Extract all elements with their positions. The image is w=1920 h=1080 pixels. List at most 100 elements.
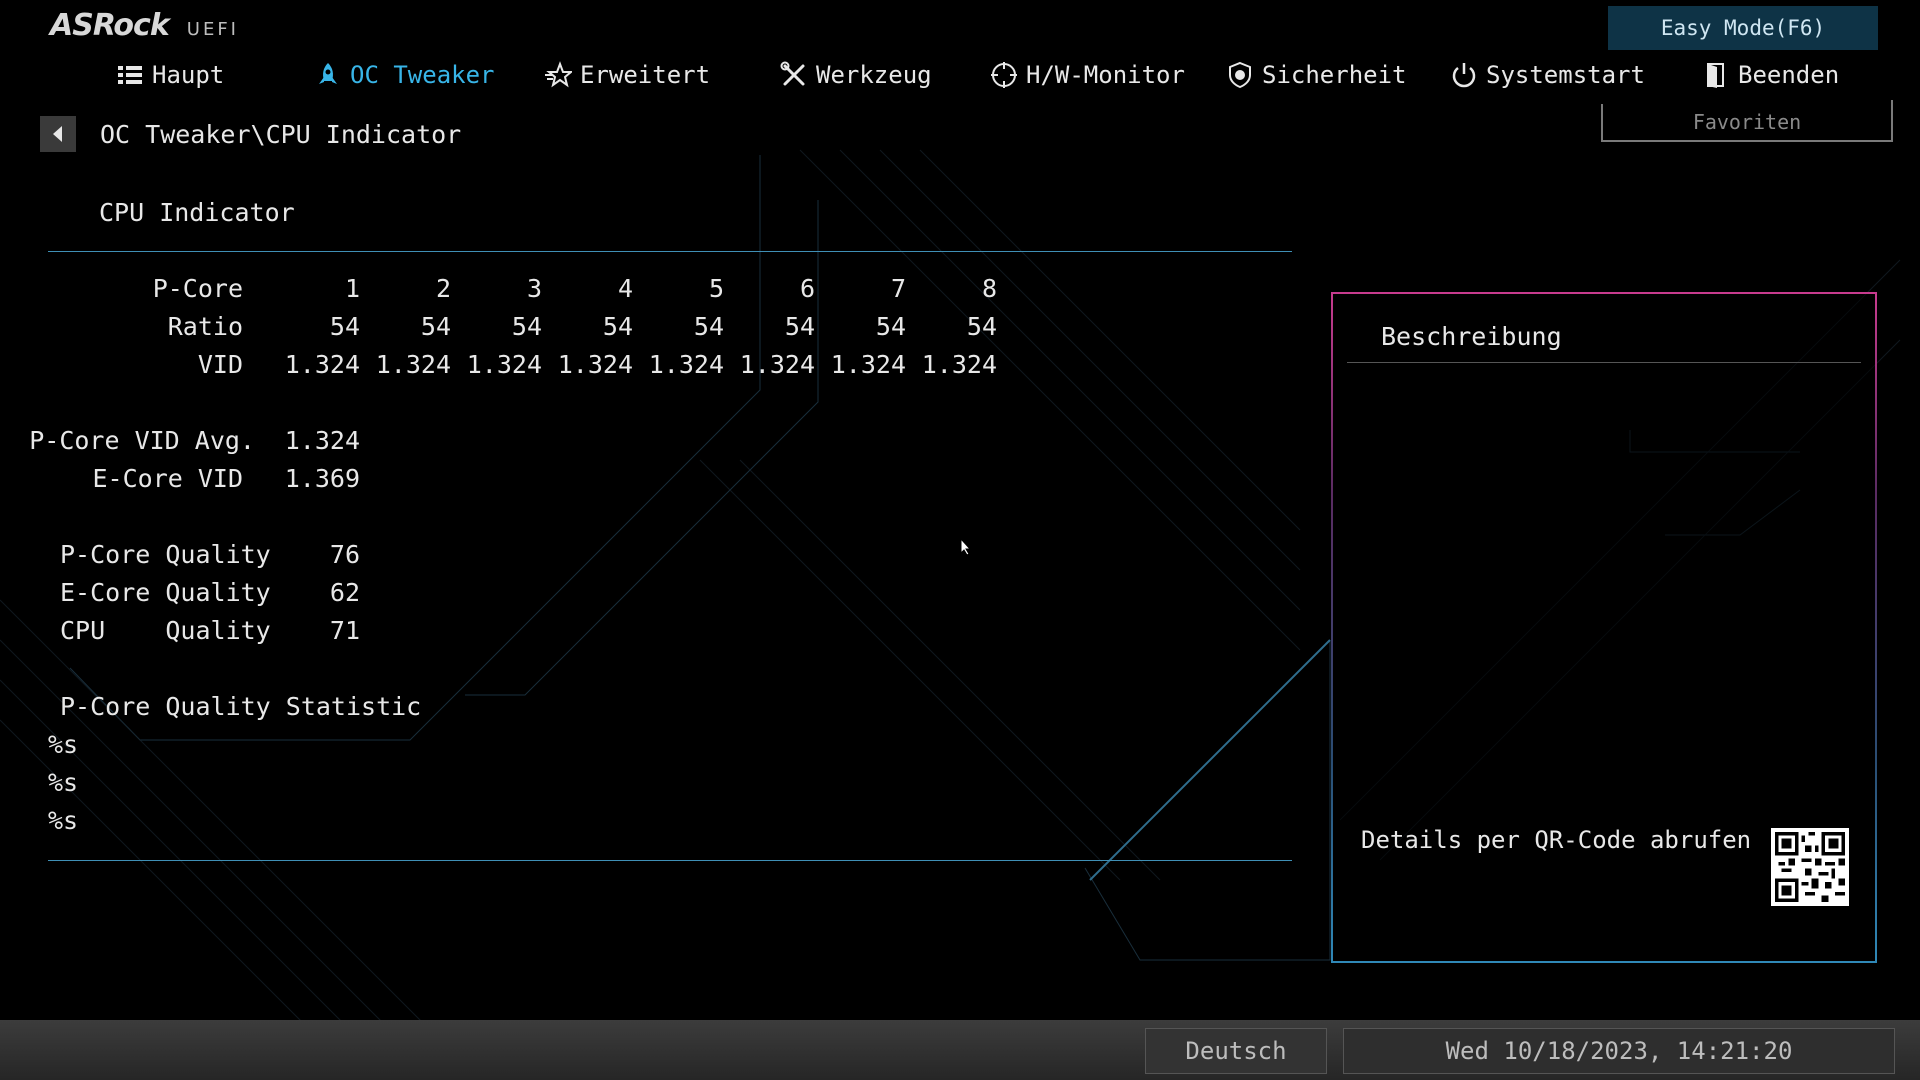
- statistic-label: P-Core Quality Statistic: [60, 692, 422, 721]
- vid-value: 1.324: [284, 350, 360, 379]
- core-number: 3: [526, 274, 542, 303]
- ratio-value: 54: [693, 312, 724, 341]
- ratio-value: 54: [420, 312, 451, 341]
- ecore-vid-label: E-Core VID: [92, 464, 243, 493]
- pcore-quality-row: P-Core Quality 76: [0, 540, 400, 578]
- ecore-quality-row: E-Core Quality 62: [0, 578, 400, 616]
- core-number: 5: [708, 274, 724, 303]
- ratio-value: 54: [966, 312, 997, 341]
- vid-value: 1.324: [648, 350, 724, 379]
- qr-code-icon: [1775, 832, 1845, 902]
- ratio-label: Ratio: [167, 312, 243, 341]
- favorites-button[interactable]: Favoriten: [1601, 100, 1893, 142]
- tab-label: Sicherheit: [1262, 61, 1407, 89]
- statistic-value: %s: [48, 768, 79, 797]
- shield-icon: [1229, 61, 1251, 89]
- pcore-label: P-Core: [152, 274, 243, 303]
- cpu-quality-label: CPU Quality: [60, 616, 271, 645]
- core-number: 7: [890, 274, 906, 303]
- tab-erweitert[interactable]: Erweitert: [544, 52, 710, 98]
- pcore-quality-label: P-Core Quality: [60, 540, 271, 569]
- cpu-quality-value: 71: [329, 616, 360, 645]
- tab-haupt[interactable]: Haupt: [116, 52, 224, 98]
- qr-code[interactable]: [1771, 828, 1849, 906]
- pcore-vid-avg-label: P-Core VID Avg.: [29, 426, 255, 455]
- pcore-header-row: P-Core 1 2 3 4 5 6 7 8: [0, 274, 1100, 312]
- core-number: 2: [435, 274, 451, 303]
- logo-suffix: UEFI: [186, 19, 239, 40]
- tab-label: Erweitert: [580, 61, 711, 89]
- ratio-value: 54: [511, 312, 542, 341]
- vid-row: VID 1.324 1.324 1.324 1.324 1.324 1.324 …: [0, 350, 1100, 388]
- star-icon: [545, 61, 572, 88]
- ecore-quality-label: E-Core Quality: [60, 578, 271, 607]
- mouse-cursor-icon: [960, 538, 972, 556]
- tab-label: Beenden: [1738, 61, 1840, 89]
- exit-door-icon: [1707, 63, 1724, 88]
- vid-value: 1.324: [466, 350, 542, 379]
- logo-brand: ASRock: [50, 8, 170, 43]
- ratio-row: Ratio 54 54 54 54 54 54 54 54: [0, 312, 1100, 350]
- back-button[interactable]: [40, 116, 76, 152]
- asrock-logo: ASRock UEFI: [50, 8, 239, 52]
- tab-oc-tweaker[interactable]: OC Tweaker: [314, 52, 495, 98]
- divider-top: [48, 251, 1292, 252]
- ecore-vid-row: E-Core VID 1.369: [0, 464, 400, 502]
- power-icon: [1452, 63, 1476, 88]
- vid-label: VID: [197, 350, 243, 379]
- tab-label: Systemstart: [1486, 61, 1645, 89]
- language-button[interactable]: Deutsch: [1145, 1028, 1327, 1074]
- tab-werkzeug[interactable]: Werkzeug: [780, 52, 932, 98]
- cpu-quality-row: CPU Quality 71: [0, 616, 400, 654]
- core-number: 4: [617, 274, 633, 303]
- statistic-heading: P-Core Quality Statistic: [60, 692, 460, 730]
- pcore-quality-value: 76: [329, 540, 360, 569]
- ratio-value: 54: [784, 312, 815, 341]
- vid-value: 1.324: [557, 350, 633, 379]
- tab-label: Haupt: [152, 61, 225, 89]
- statistic-line: %s: [48, 806, 148, 844]
- ecore-vid-value: 1.369: [284, 464, 360, 493]
- statistic-value: %s: [48, 730, 79, 759]
- datetime-display[interactable]: Wed 10/18/2023, 14:21:20: [1343, 1028, 1895, 1074]
- crosshair-icon: [991, 62, 1017, 88]
- core-number: 6: [799, 274, 815, 303]
- tab-sicherheit[interactable]: Sicherheit: [1226, 52, 1407, 98]
- statistic-line: %s: [48, 768, 148, 806]
- pcore-vid-avg-value: 1.324: [284, 426, 360, 455]
- qr-label: Details per QR-Code abrufen: [1361, 826, 1752, 854]
- ratio-value: 54: [875, 312, 906, 341]
- vid-value: 1.324: [830, 350, 906, 379]
- core-number: 8: [981, 274, 997, 303]
- main-nav: Haupt OC Tweaker Erweitert Werkzeug H/W-…: [0, 52, 1839, 98]
- description-divider: [1347, 362, 1861, 363]
- tab-systemstart[interactable]: Systemstart: [1450, 52, 1645, 98]
- rocket-icon: [319, 63, 337, 84]
- divider-bottom: [48, 860, 1292, 861]
- tools-icon: [780, 61, 805, 86]
- description-panel: Beschreibung Details per QR-Code abrufen: [1331, 292, 1877, 963]
- back-arrow-icon: [53, 126, 62, 142]
- vid-value: 1.324: [375, 350, 451, 379]
- ecore-quality-value: 62: [329, 578, 360, 607]
- tab-label: Werkzeug: [816, 61, 932, 89]
- core-number: 1: [344, 274, 360, 303]
- description-title: Beschreibung: [1381, 322, 1562, 351]
- tab-hw-monitor[interactable]: H/W-Monitor: [990, 52, 1185, 98]
- section-title: CPU Indicator: [99, 198, 295, 227]
- ratio-value: 54: [329, 312, 360, 341]
- tab-beenden[interactable]: Beenden: [1702, 52, 1839, 98]
- status-bar: Deutsch Wed 10/18/2023, 14:21:20: [0, 1020, 1920, 1080]
- easy-mode-button[interactable]: Easy Mode(F6): [1608, 6, 1878, 50]
- breadcrumb: OC Tweaker\CPU Indicator: [40, 114, 461, 154]
- pcore-vid-avg-row: P-Core VID Avg. 1.324: [0, 426, 400, 464]
- vid-value: 1.324: [921, 350, 997, 379]
- ratio-value: 54: [602, 312, 633, 341]
- breadcrumb-path: OC Tweaker\CPU Indicator: [100, 119, 462, 149]
- vid-value: 1.324: [739, 350, 815, 379]
- list-icon: [118, 66, 142, 84]
- tab-label: OC Tweaker: [350, 61, 495, 89]
- statistic-line: %s: [48, 730, 148, 768]
- tab-label: H/W-Monitor: [1026, 61, 1185, 89]
- statistic-value: %s: [48, 806, 79, 835]
